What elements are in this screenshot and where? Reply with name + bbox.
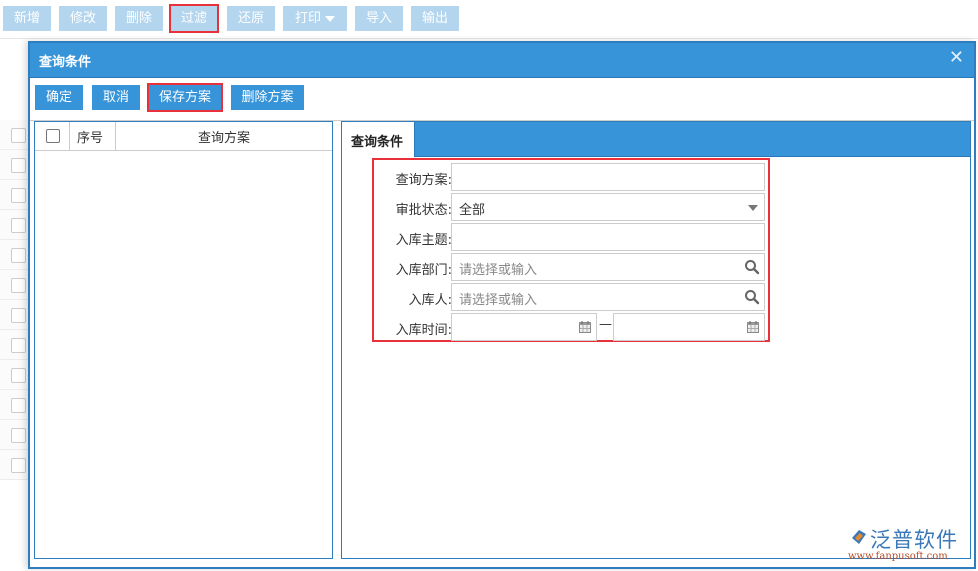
- calendar-icon[interactable]: [579, 321, 591, 333]
- caret-down-icon: [325, 15, 335, 22]
- row-checkbox[interactable]: [11, 428, 26, 443]
- form-row-person: 入库人: 请选择或输入: [374, 283, 768, 311]
- row-checkbox[interactable]: [11, 338, 26, 353]
- list-row: [0, 360, 30, 390]
- search-icon[interactable]: [744, 289, 760, 305]
- select-all-checkbox[interactable]: [46, 129, 60, 143]
- field-label: 入库部门:: [395, 263, 452, 278]
- row-checkbox[interactable]: [11, 218, 26, 233]
- form-row-department: 入库部门: 请选择或输入: [374, 253, 768, 281]
- calendar-icon[interactable]: [747, 321, 759, 333]
- restore-button[interactable]: 还原: [227, 6, 275, 31]
- export-button[interactable]: 输出: [411, 6, 459, 31]
- add-button[interactable]: 新增: [3, 6, 51, 31]
- edit-button[interactable]: 修改: [59, 6, 107, 31]
- background-list: [0, 120, 30, 480]
- approval-status-select[interactable]: 全部: [451, 193, 765, 221]
- selected-value: 全部: [459, 203, 486, 218]
- search-icon[interactable]: [744, 259, 760, 275]
- save-scheme-button[interactable]: 保存方案: [147, 83, 223, 112]
- list-row: [0, 300, 30, 330]
- row-checkbox[interactable]: [11, 368, 26, 383]
- department-lookup[interactable]: 请选择或输入: [451, 253, 765, 281]
- scheme-name-input[interactable]: [451, 163, 765, 191]
- column-divider: [69, 122, 70, 150]
- row-checkbox[interactable]: [11, 158, 26, 173]
- tab-query-conditions[interactable]: 查询条件: [342, 122, 415, 157]
- main-toolbar: 新增 修改 删除 过滤 还原 打印 导入 输出: [0, 0, 978, 39]
- list-row: [0, 150, 30, 180]
- list-row: [0, 240, 30, 270]
- column-header-scheme[interactable]: 查询方案: [116, 127, 332, 146]
- dialog-header: 查询条件 ✕: [30, 43, 974, 78]
- cancel-button[interactable]: 取消: [92, 85, 140, 110]
- tab-label: 查询条件: [351, 135, 404, 150]
- query-conditions-panel: 查询条件 查询方案: 审批状态: 全部 入库主题: 入库部门: 请选择或输入 入…: [341, 121, 971, 559]
- list-row: [0, 330, 30, 360]
- list-row: [0, 210, 30, 240]
- list-row: [0, 120, 30, 150]
- dialog-title: 查询条件: [39, 55, 92, 70]
- query-form: 查询方案: 审批状态: 全部 入库主题: 入库部门: 请选择或输入 入库人: 请…: [372, 158, 770, 342]
- list-row: [0, 450, 30, 480]
- form-row-subject: 入库主题:: [374, 223, 768, 251]
- list-row: [0, 420, 30, 450]
- column-header-index[interactable]: 序号: [77, 127, 103, 146]
- date-to-input[interactable]: [613, 313, 765, 341]
- date-separator: —: [599, 317, 612, 332]
- list-row: [0, 270, 30, 300]
- brand-url: www.fanpusoft.com: [848, 551, 948, 562]
- placeholder: 请选择或输入: [459, 293, 538, 308]
- tab-bar: 查询条件: [342, 122, 970, 157]
- subject-input[interactable]: [451, 223, 765, 251]
- row-checkbox[interactable]: [11, 398, 26, 413]
- date-from-input[interactable]: [451, 313, 597, 341]
- print-button[interactable]: 打印: [283, 6, 347, 31]
- close-icon[interactable]: ✕: [949, 48, 964, 68]
- delete-button[interactable]: 删除: [115, 6, 163, 31]
- field-label: 查询方案:: [395, 173, 452, 188]
- row-checkbox[interactable]: [11, 458, 26, 473]
- field-label: 审批状态:: [395, 203, 452, 218]
- form-row-approval: 审批状态: 全部: [374, 193, 768, 221]
- brand-logo: 泛普软件 www.fanpusoft.com: [848, 524, 974, 564]
- list-row: [0, 390, 30, 420]
- query-dialog: 查询条件 ✕ 确定 取消 保存方案 删除方案 序号 查询方案 查询条件 查询方案…: [28, 41, 976, 569]
- row-checkbox[interactable]: [11, 278, 26, 293]
- field-label: 入库主题:: [395, 233, 452, 248]
- row-checkbox[interactable]: [11, 248, 26, 263]
- row-checkbox[interactable]: [11, 188, 26, 203]
- field-label: 入库人:: [408, 293, 452, 308]
- dialog-action-bar: 确定 取消 保存方案 删除方案: [30, 78, 974, 121]
- row-checkbox[interactable]: [11, 128, 26, 143]
- list-row: [0, 180, 30, 210]
- delete-scheme-button[interactable]: 删除方案: [231, 85, 304, 110]
- filter-button[interactable]: 过滤: [169, 4, 219, 33]
- person-lookup[interactable]: 请选择或输入: [451, 283, 765, 311]
- placeholder: 请选择或输入: [459, 263, 538, 278]
- chevron-down-icon[interactable]: [748, 205, 758, 211]
- field-label: 入库时间:: [395, 323, 452, 338]
- import-button[interactable]: 导入: [355, 6, 403, 31]
- form-row-scheme: 查询方案:: [374, 163, 768, 191]
- brand-name: 泛普软件: [870, 528, 958, 552]
- scheme-table-header: 序号 查询方案: [35, 122, 332, 151]
- print-label: 打印: [294, 11, 321, 26]
- brand-mark-icon: [852, 530, 866, 544]
- form-row-date: 入库时间: —: [374, 313, 768, 341]
- scheme-list-panel: 序号 查询方案: [34, 121, 333, 559]
- confirm-button[interactable]: 确定: [35, 85, 83, 110]
- row-checkbox[interactable]: [11, 308, 26, 323]
